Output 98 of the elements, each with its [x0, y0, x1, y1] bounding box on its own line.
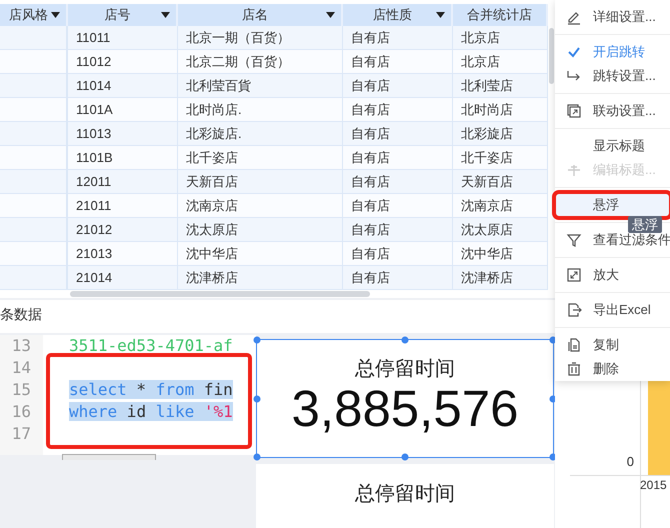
table-cell [0, 50, 68, 74]
column-header[interactable]: 店性质 [343, 4, 453, 26]
table-cell: 11011 [68, 26, 178, 50]
table-cell: 自有店 [343, 122, 453, 146]
table-cell: 北利莹店 [453, 74, 548, 98]
kpi-card[interactable]: 总停留时间 [256, 464, 554, 528]
caret-icon[interactable] [161, 12, 170, 18]
axis-category-label: 2015 [640, 478, 667, 492]
kpi-value: 3,885,576 [292, 381, 518, 437]
table-cell: 11012 [68, 50, 178, 74]
table-cell [0, 26, 68, 50]
table-cell: 北彩旋店. [178, 122, 343, 146]
table-cell: 北千姿店 [453, 146, 548, 170]
table-cell: 自有店 [343, 146, 453, 170]
scrollbar[interactable] [70, 291, 370, 297]
caret-icon[interactable] [436, 12, 445, 18]
table-cell: 北千姿店 [178, 146, 343, 170]
kpi-title: 总停留时间 [355, 357, 455, 381]
kpi-title: 总停留时间 [355, 482, 455, 506]
export-icon [566, 302, 582, 318]
table-cell: 沈中华店 [178, 242, 343, 266]
table-cell: 21014 [68, 266, 178, 290]
table-cell: 12011 [68, 170, 178, 194]
table-cell [0, 74, 68, 98]
scrollbar[interactable] [62, 454, 156, 460]
table-cell: 天新百店 [178, 170, 343, 194]
column-header[interactable]: 合并统计店 [453, 4, 548, 26]
table-cell: 北京店 [453, 26, 548, 50]
resize-handle[interactable] [402, 336, 408, 344]
table-cell: 北京二期（百货） [178, 50, 343, 74]
table-cell: 自有店 [343, 170, 453, 194]
caret-icon[interactable] [326, 12, 335, 18]
menu-item[interactable]: 导出Excel [555, 298, 670, 322]
menu-item[interactable]: 复制 [555, 333, 670, 357]
table-cell: 北京店 [453, 50, 548, 74]
table-cell: 沈津桥店 [178, 266, 343, 290]
table-cell: 自有店 [343, 242, 453, 266]
table-cell: 自有店 [343, 98, 453, 122]
table-cell: 北利莹百貨 [178, 74, 343, 98]
menu-item[interactable]: 开启跳转 [555, 40, 670, 64]
menu-item[interactable]: 联动设置... [555, 99, 670, 123]
table-cell: 天新百店 [453, 170, 548, 194]
table-cell: 21013 [68, 242, 178, 266]
table-cell: 沈太原店 [178, 218, 343, 242]
filter-icon [566, 232, 582, 248]
table-cell: 1101B [68, 146, 178, 170]
table-cell [0, 218, 68, 242]
column-header[interactable]: 店名 [178, 4, 343, 26]
resize-handle[interactable] [254, 454, 260, 460]
record-count-label: 条数据 [0, 305, 42, 324]
resize-handle[interactable] [402, 454, 408, 460]
table-cell: 沈太原店 [453, 218, 548, 242]
table-cell: 11013 [68, 122, 178, 146]
table-cell: 自有店 [343, 218, 453, 242]
table-cell: 21012 [68, 218, 178, 242]
table-cell: 北时尚店 [453, 98, 548, 122]
table-cell: 沈南京店 [453, 194, 548, 218]
column-header[interactable]: 店号 [68, 4, 178, 26]
resize-handle[interactable] [254, 336, 260, 344]
table-cell: 自有店 [343, 74, 453, 98]
expand-icon [566, 267, 582, 283]
table-cell [0, 98, 68, 122]
resize-handle[interactable] [254, 395, 260, 402]
menu-item[interactable]: 放大 [555, 263, 670, 287]
table-cell: 自有店 [343, 194, 453, 218]
table-cell [0, 194, 68, 218]
table-cell: 1101A [68, 98, 178, 122]
link-icon [566, 103, 582, 119]
menu-item[interactable]: 详细设置... [555, 5, 670, 29]
code-line: 3511-ed53-4701-af [69, 336, 233, 355]
table-cell: 北时尚店. [178, 98, 343, 122]
table-cell: 沈中华店 [453, 242, 548, 266]
table-cell [0, 122, 68, 146]
copy-icon [566, 337, 582, 353]
table-cell [0, 146, 68, 170]
table-cell [0, 170, 68, 194]
delete-icon [566, 361, 582, 377]
table-cell: 北京一期（百货） [178, 26, 343, 50]
scrollbar[interactable] [549, 28, 554, 84]
menu-item[interactable]: 跳转设置... [555, 64, 670, 88]
table-cell [0, 266, 68, 290]
menu-item[interactable]: 删除 [555, 357, 670, 381]
table-cell: 自有店 [343, 26, 453, 50]
table-cell: 自有店 [343, 266, 453, 290]
table-cell: 21011 [68, 194, 178, 218]
kpi-card[interactable]: 总停留时间 3,885,576 [256, 339, 554, 458]
table-cell: 11014 [68, 74, 178, 98]
table-cell: 北彩旋店 [453, 122, 548, 146]
tooltip: 悬浮 [628, 216, 662, 233]
table-cell: 沈津桥店 [453, 266, 548, 290]
caret-icon[interactable] [51, 12, 60, 18]
table-cell: 沈南京店 [178, 194, 343, 218]
axis-tick-label: 0 [626, 454, 634, 469]
menu-item[interactable]: 显示标题 [555, 134, 670, 158]
table-cell [0, 242, 68, 266]
title-icon [566, 162, 582, 178]
column-header[interactable]: 店风格 [0, 4, 68, 26]
table-cell: 自有店 [343, 50, 453, 74]
